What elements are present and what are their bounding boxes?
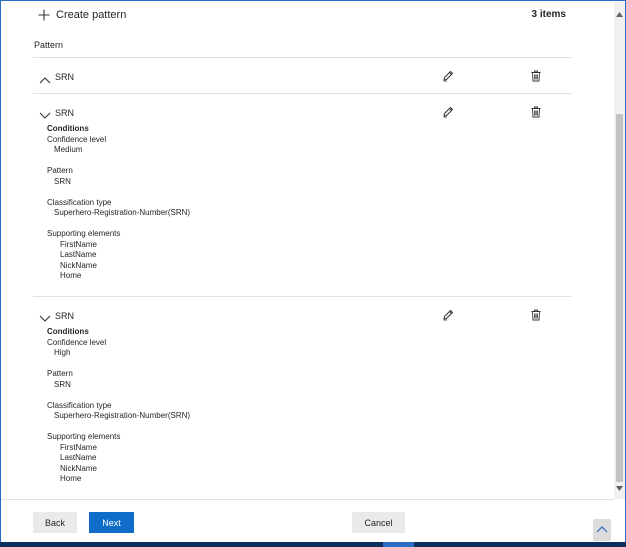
- supporting-element: FirstName: [60, 239, 97, 249]
- conditions-label: Conditions: [47, 124, 89, 133]
- supporting-element: NickName: [60, 260, 97, 270]
- supporting-elements-label: Supporting elements: [47, 229, 121, 238]
- pattern-value: SRN: [54, 176, 71, 186]
- pattern-name: SRN: [55, 72, 75, 82]
- pattern-details: Conditions Confidence level High Pattern…: [47, 327, 190, 485]
- divider: [33, 93, 572, 94]
- supporting-element: LastName: [60, 453, 97, 462]
- conditions-label: Conditions: [47, 327, 89, 336]
- pattern-row-header[interactable]: SRN: [33, 104, 572, 122]
- trash-icon[interactable]: [531, 69, 541, 87]
- taskbar: [0, 542, 626, 547]
- confidence-level-label: Confidence level: [47, 134, 107, 144]
- patterns-panel: Create pattern 3 items Pattern SRN SRN C…: [2, 2, 614, 498]
- confidence-level-value: Medium: [54, 145, 83, 154]
- scrollbar-thumb[interactable]: [616, 114, 623, 482]
- pattern-label: Pattern: [47, 369, 73, 378]
- classification-type-value: Superhero-Registration-Number(SRN): [54, 208, 191, 217]
- pattern-row-header[interactable]: SRN: [33, 307, 572, 325]
- pattern-value: SRN: [54, 379, 71, 389]
- pattern-row-header[interactable]: SRN: [33, 68, 572, 86]
- pencil-icon[interactable]: [442, 69, 454, 87]
- pencil-icon[interactable]: [442, 308, 454, 326]
- trash-icon[interactable]: [531, 308, 541, 326]
- items-count: 3 items: [531, 9, 566, 20]
- classification-type-label: Classification type: [47, 400, 112, 410]
- create-pattern-label: Create pattern: [56, 9, 127, 21]
- vertical-scrollbar[interactable]: [614, 2, 625, 499]
- taskbar-active-indicator: [383, 542, 414, 547]
- create-pattern-button[interactable]: Create pattern: [38, 8, 126, 22]
- scroll-down-arrow-icon[interactable]: [616, 478, 623, 496]
- next-button[interactable]: Next: [89, 512, 134, 533]
- pattern-name: SRN: [55, 311, 75, 321]
- pattern-column-header: Pattern: [34, 40, 64, 50]
- supporting-element: FirstName: [60, 442, 97, 452]
- supporting-element: LastName: [60, 250, 97, 259]
- chevron-down-icon[interactable]: [39, 310, 51, 328]
- classification-type-label: Classification type: [47, 197, 112, 207]
- pattern-label: Pattern: [47, 166, 73, 175]
- classification-type-value: Superhero-Registration-Number(SRN): [54, 411, 191, 420]
- supporting-elements-label: Supporting elements: [47, 432, 121, 441]
- trash-icon[interactable]: [531, 105, 541, 123]
- supporting-element: NickName: [60, 463, 97, 473]
- pattern-details: Conditions Confidence level Medium Patte…: [47, 124, 190, 282]
- scroll-up-arrow-icon[interactable]: [616, 4, 623, 22]
- back-button[interactable]: Back: [33, 512, 77, 533]
- scroll-to-top-button[interactable]: [593, 519, 611, 541]
- pattern-name: SRN: [55, 108, 75, 118]
- divider: [33, 57, 572, 58]
- supporting-element: Home: [60, 474, 82, 483]
- confidence-level-label: Confidence level: [47, 337, 107, 347]
- footer-divider: [1, 499, 614, 500]
- pencil-icon[interactable]: [442, 105, 454, 123]
- cancel-button[interactable]: Cancel: [352, 512, 405, 533]
- plus-icon: [38, 9, 50, 21]
- divider: [33, 296, 572, 297]
- confidence-level-value: High: [54, 348, 71, 357]
- chevron-up-icon[interactable]: [39, 71, 51, 89]
- chevron-down-icon[interactable]: [39, 107, 51, 125]
- window-frame: Create pattern 3 items Pattern SRN SRN C…: [0, 0, 626, 547]
- supporting-element: Home: [60, 271, 82, 280]
